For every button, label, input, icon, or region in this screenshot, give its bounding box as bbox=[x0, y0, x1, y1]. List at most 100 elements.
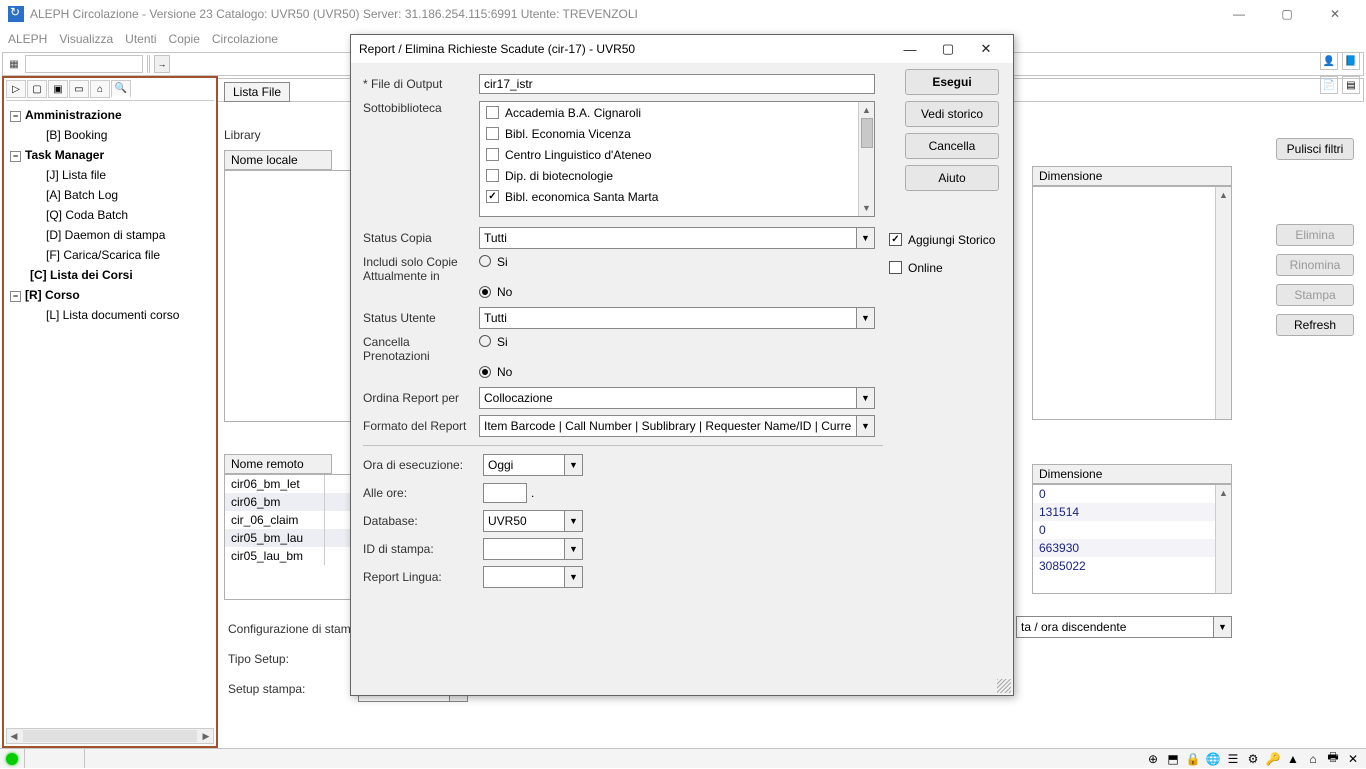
status-icon-2[interactable]: ⬒ bbox=[1164, 751, 1182, 767]
dropdown-arrow-icon[interactable]: ▼ bbox=[564, 539, 582, 559]
dialog-close-button[interactable]: ✕ bbox=[967, 37, 1005, 61]
sublib-checkbox[interactable]: ✓ bbox=[486, 190, 499, 203]
id-stampa-select[interactable]: ▼ bbox=[483, 538, 583, 560]
dialog-minimize-button[interactable]: — bbox=[891, 37, 929, 61]
tree-batch-log[interactable]: [A] Batch Log bbox=[6, 185, 214, 205]
cancella-si-radio[interactable] bbox=[479, 335, 491, 347]
status-icon-11[interactable]: ✕ bbox=[1344, 751, 1362, 767]
menu-utenti[interactable]: Utenti bbox=[125, 32, 156, 46]
scroll-thumb[interactable] bbox=[861, 118, 873, 148]
collapse-icon[interactable]: − bbox=[10, 111, 21, 122]
collapse-icon[interactable]: − bbox=[10, 151, 21, 162]
table-row[interactable]: cir_06_claim bbox=[225, 511, 325, 529]
status-icon-1[interactable]: ⊕ bbox=[1144, 751, 1162, 767]
col-dimensione-top[interactable]: Dimensione bbox=[1032, 166, 1232, 186]
table-row[interactable]: cir06_bm bbox=[225, 493, 325, 511]
aiuto-button[interactable]: Aiuto bbox=[905, 165, 999, 191]
close-button[interactable]: ✕ bbox=[1312, 1, 1358, 27]
rinomina-button[interactable]: Rinomina bbox=[1276, 254, 1354, 276]
status-utente-select[interactable]: Tutti ▼ bbox=[479, 307, 875, 329]
tree-amministrazione[interactable]: −Amministrazione bbox=[6, 105, 214, 125]
scroll-left-icon[interactable]: ◀ bbox=[7, 731, 21, 742]
formato-report-select[interactable]: Item Barcode | Call Number | Sublibrary … bbox=[479, 415, 875, 437]
resize-grip-icon[interactable] bbox=[997, 679, 1011, 693]
status-icon-10[interactable]: 🖶 bbox=[1324, 751, 1342, 767]
table-row[interactable]: cir06_bm_let bbox=[225, 475, 325, 493]
menu-copie[interactable]: Copie bbox=[169, 32, 200, 46]
alle-ore-input[interactable] bbox=[483, 483, 527, 503]
nav-tab-3[interactable]: ▣ bbox=[48, 80, 68, 98]
dropdown-arrow-icon[interactable]: ▼ bbox=[856, 416, 874, 436]
vedi-storico-button[interactable]: Vedi storico bbox=[905, 101, 999, 127]
sublib-checkbox[interactable] bbox=[486, 148, 499, 161]
col-nome-locale[interactable]: Nome locale bbox=[224, 150, 332, 170]
status-icon-7[interactable]: 🔑 bbox=[1264, 751, 1282, 767]
includi-no-radio[interactable] bbox=[479, 286, 491, 298]
toolbar-person-icon[interactable]: 👤 bbox=[1320, 52, 1338, 70]
tree-lista-file[interactable]: [J] Lista file bbox=[6, 165, 214, 185]
file-output-input[interactable] bbox=[479, 74, 875, 94]
includi-si-radio[interactable] bbox=[479, 255, 491, 267]
toolbar-book-icon[interactable]: 📘 bbox=[1342, 52, 1360, 70]
sublib-checkbox[interactable] bbox=[486, 127, 499, 140]
status-icon-8[interactable]: ▲ bbox=[1284, 751, 1302, 767]
dropdown-arrow-icon[interactable]: ▼ bbox=[856, 388, 874, 408]
dropdown-arrow-icon[interactable]: ▼ bbox=[564, 455, 582, 475]
dropdown-arrow-icon[interactable]: ▼ bbox=[1213, 617, 1231, 637]
sort-select[interactable]: ta / ora discendente ▼ bbox=[1016, 616, 1232, 638]
esegui-button[interactable]: Esegui bbox=[905, 69, 999, 95]
tree-daemon-stampa[interactable]: [D] Daemon di stampa bbox=[6, 225, 214, 245]
menu-visualizza[interactable]: Visualizza bbox=[59, 32, 113, 46]
status-icon-9[interactable]: ⌂ bbox=[1304, 751, 1322, 767]
nav-tab-4[interactable]: ▭ bbox=[69, 80, 89, 98]
col-nome-remoto[interactable]: Nome remoto bbox=[224, 454, 332, 474]
col-dimensione-bottom[interactable]: Dimensione bbox=[1032, 464, 1232, 484]
table-row[interactable]: cir05_bm_lau bbox=[225, 529, 325, 547]
status-icon-6[interactable]: ⚙ bbox=[1244, 751, 1262, 767]
scroll-up-icon[interactable]: ▲ bbox=[859, 102, 874, 118]
cancella-no-radio[interactable] bbox=[479, 366, 491, 378]
tab-lista-file[interactable]: Lista File bbox=[224, 82, 290, 102]
database-select[interactable]: UVR50 ▼ bbox=[483, 510, 583, 532]
ordina-report-select[interactable]: Collocazione ▼ bbox=[479, 387, 875, 409]
toolbar-input-1[interactable] bbox=[25, 55, 143, 73]
stampa-button[interactable]: Stampa bbox=[1276, 284, 1354, 306]
maximize-button[interactable]: ▢ bbox=[1264, 1, 1310, 27]
report-lingua-select[interactable]: ▼ bbox=[483, 566, 583, 588]
scroll-up-icon[interactable]: ▲ bbox=[1216, 187, 1231, 203]
status-copia-select[interactable]: Tutti ▼ bbox=[479, 227, 875, 249]
tree-coda-batch[interactable]: [Q] Coda Batch bbox=[6, 205, 214, 225]
sottobiblioteca-list[interactable]: Accademia B.A. Cignaroli Bibl. Economia … bbox=[479, 101, 875, 217]
dropdown-arrow-icon[interactable]: ▼ bbox=[856, 228, 874, 248]
toolbar-go-1[interactable]: → bbox=[154, 55, 170, 73]
menu-circolazione[interactable]: Circolazione bbox=[212, 32, 278, 46]
pulisci-filtri-button[interactable]: Pulisci filtri bbox=[1276, 138, 1354, 160]
online-checkbox[interactable] bbox=[889, 261, 902, 274]
dialog-maximize-button[interactable]: ▢ bbox=[929, 37, 967, 61]
dropdown-arrow-icon[interactable]: ▼ bbox=[564, 511, 582, 531]
dimensione-list-bottom[interactable]: 0 131514 0 663930 3085022 ▲ bbox=[1032, 484, 1232, 594]
table-row[interactable]: cir05_lau_bm bbox=[225, 547, 325, 565]
tree-corso[interactable]: −[R] Corso bbox=[6, 285, 214, 305]
dropdown-arrow-icon[interactable]: ▼ bbox=[856, 308, 874, 328]
nav-hscroll[interactable]: ◀ ▶ bbox=[6, 728, 214, 744]
nav-tab-6[interactable]: 🔍 bbox=[111, 80, 131, 98]
status-icon-5[interactable]: ☰ bbox=[1224, 751, 1242, 767]
collapse-icon[interactable]: − bbox=[10, 291, 21, 302]
dropdown-arrow-icon[interactable]: ▼ bbox=[564, 567, 582, 587]
minimize-button[interactable]: — bbox=[1216, 1, 1262, 27]
toolbar-icon-new[interactable]: ▦ bbox=[5, 55, 23, 73]
dimensione-list-top[interactable]: ▲ bbox=[1032, 186, 1232, 420]
menu-aleph[interactable]: ALEPH bbox=[8, 32, 47, 46]
status-icon-3[interactable]: 🔒 bbox=[1184, 751, 1202, 767]
sublib-checkbox[interactable] bbox=[486, 169, 499, 182]
cancella-button[interactable]: Cancella bbox=[905, 133, 999, 159]
tree-lista-documenti[interactable]: [L] Lista documenti corso bbox=[6, 305, 214, 325]
elimina-button[interactable]: Elimina bbox=[1276, 224, 1354, 246]
scroll-down-icon[interactable]: ▼ bbox=[859, 200, 874, 216]
tree-booking[interactable]: [B] Booking bbox=[6, 125, 214, 145]
refresh-button[interactable]: Refresh bbox=[1276, 314, 1354, 336]
tree-lista-corsi[interactable]: [C] Lista dei Corsi bbox=[6, 265, 214, 285]
nav-tab-2[interactable]: ▢ bbox=[27, 80, 47, 98]
status-icon-4[interactable]: 🌐 bbox=[1204, 751, 1222, 767]
